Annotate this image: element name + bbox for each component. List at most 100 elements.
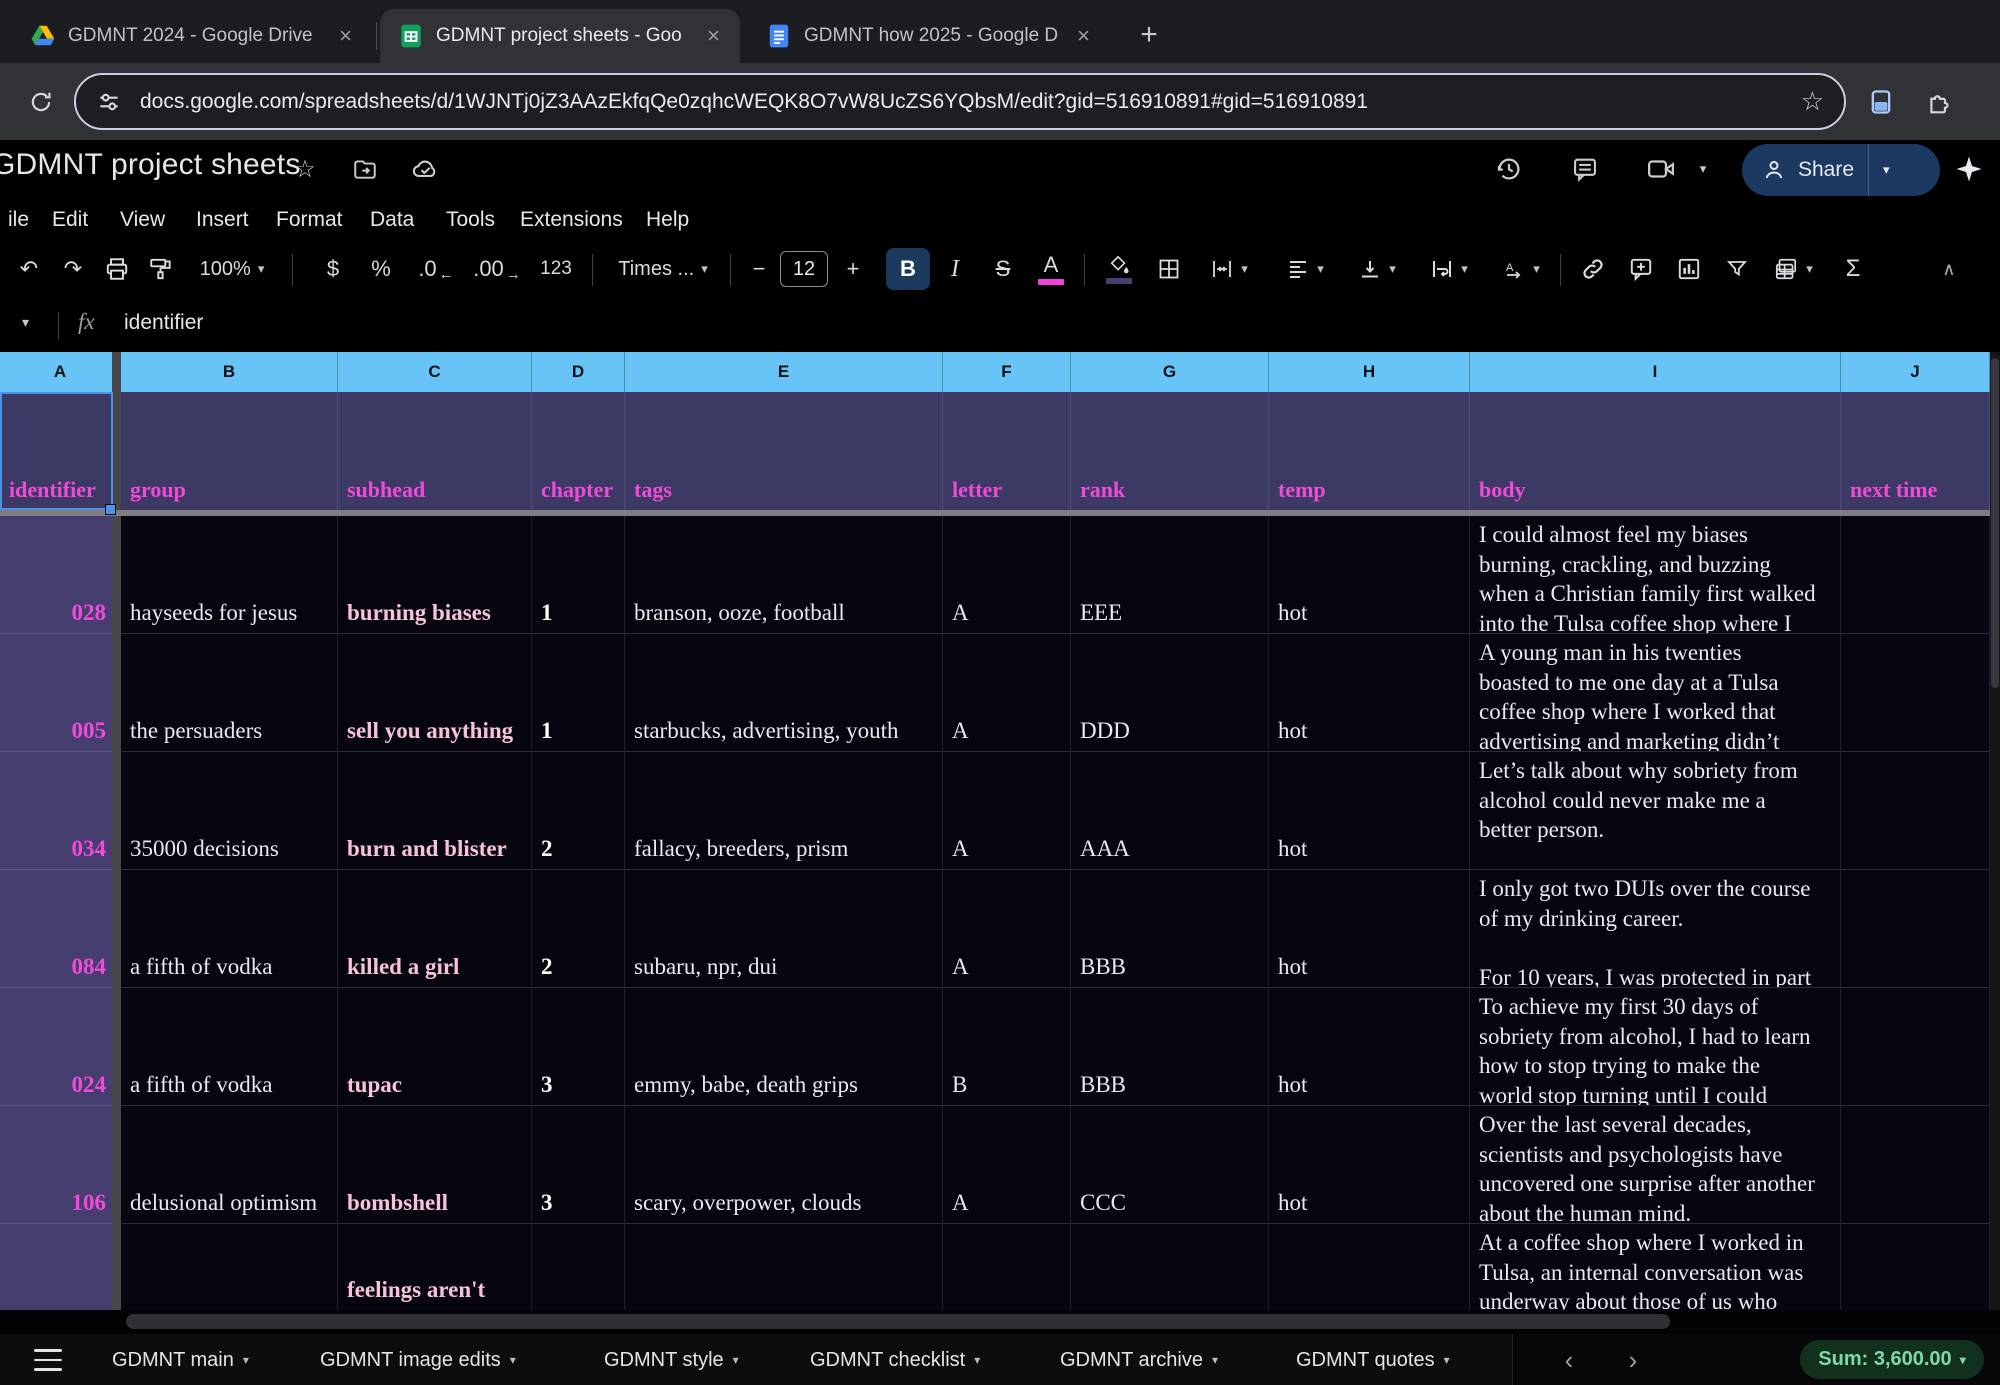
- url-bar[interactable]: docs.google.com/spreadsheets/d/1WJNTj0jZ…: [74, 73, 1846, 130]
- share-button[interactable]: Share ▾: [1742, 144, 1940, 196]
- cell-E5[interactable]: subaru, npr, dui: [625, 870, 943, 988]
- menu-format[interactable]: Format: [270, 205, 349, 235]
- reload-icon[interactable]: [22, 83, 60, 121]
- column-header-G[interactable]: G: [1071, 352, 1269, 392]
- cell-J2[interactable]: [1841, 516, 1990, 634]
- cell-J8[interactable]: [1841, 1224, 1990, 1310]
- insert-table-icon[interactable]: ▾: [1760, 248, 1826, 290]
- cell-B1[interactable]: group: [121, 392, 338, 510]
- bold-button[interactable]: B: [886, 248, 930, 290]
- new-tab-button[interactable]: +: [1128, 14, 1170, 56]
- cell-G7[interactable]: CCC: [1071, 1106, 1269, 1224]
- vertical-align-icon[interactable]: ▾: [1344, 248, 1410, 290]
- sheet-tab-gdmnt-quotes[interactable]: GDMNT quotes▾: [1296, 1342, 1450, 1378]
- cell-H1[interactable]: temp: [1269, 392, 1470, 510]
- cell-E1[interactable]: tags: [625, 392, 943, 510]
- menu-extensions[interactable]: Extensions: [514, 205, 629, 235]
- cell-F8[interactable]: [943, 1224, 1071, 1310]
- side-panel-icon[interactable]: [1862, 83, 1900, 121]
- redo-icon[interactable]: ↷: [52, 248, 94, 290]
- cell-B5[interactable]: a fifth of vodka: [121, 870, 338, 988]
- cell-H7[interactable]: hot: [1269, 1106, 1470, 1224]
- cell-E7[interactable]: scary, overpower, clouds: [625, 1106, 943, 1224]
- cell-A2[interactable]: 028: [0, 516, 112, 634]
- menu-tools[interactable]: Tools: [440, 205, 501, 235]
- tab-close-icon[interactable]: ×: [701, 23, 726, 49]
- cell-F3[interactable]: A: [943, 634, 1071, 752]
- cell-I2[interactable]: I could almost feel my biases burning, c…: [1470, 516, 1841, 634]
- undo-icon[interactable]: ↶: [8, 248, 50, 290]
- horizontal-scrollbar[interactable]: [0, 1310, 2000, 1334]
- sheet-tab-caret-icon[interactable]: ▾: [1444, 1353, 1450, 1367]
- move-folder-icon[interactable]: [348, 152, 382, 186]
- cell-I6[interactable]: To achieve my first 30 days of sobriety …: [1470, 988, 1841, 1106]
- camera-dropdown-caret-icon[interactable]: ▾: [1692, 152, 1714, 186]
- cell-D5[interactable]: 2: [532, 870, 625, 988]
- cell-I4[interactable]: Let’s talk about why sobriety from alcoh…: [1470, 752, 1841, 870]
- cell-B6[interactable]: a fifth of vodka: [121, 988, 338, 1106]
- functions-sigma-icon[interactable]: Σ: [1832, 248, 1874, 290]
- sheet-tab-gdmnt-main[interactable]: GDMNT main▾: [112, 1342, 249, 1378]
- cell-G4[interactable]: AAA: [1071, 752, 1269, 870]
- document-title[interactable]: GDMNT project sheets: [0, 148, 301, 182]
- all-sheets-menu-icon[interactable]: [30, 1346, 66, 1374]
- cell-E4[interactable]: fallacy, breeders, prism: [625, 752, 943, 870]
- next-sheet-icon[interactable]: ›: [1616, 1344, 1650, 1376]
- cell-J6[interactable]: [1841, 988, 1990, 1106]
- cell-B4[interactable]: 35000 decisions: [121, 752, 338, 870]
- cell-J7[interactable]: [1841, 1106, 1990, 1224]
- cell-J4[interactable]: [1841, 752, 1990, 870]
- cell-C4[interactable]: burn and blister: [338, 752, 532, 870]
- cell-B2[interactable]: hayseeds for jesus: [121, 516, 338, 634]
- cell-G2[interactable]: EEE: [1071, 516, 1269, 634]
- column-header-H[interactable]: H: [1269, 352, 1470, 392]
- sheet-tab-gdmnt-image-edits[interactable]: GDMNT image edits▾: [320, 1342, 516, 1378]
- collapse-toolbar-icon[interactable]: ∧: [1928, 248, 1970, 290]
- column-header-B[interactable]: B: [121, 352, 338, 392]
- cell-B7[interactable]: delusional optimism: [121, 1106, 338, 1224]
- browser-tab[interactable]: GDMNT 2024 - Google Drive×: [12, 9, 372, 63]
- prev-sheet-icon[interactable]: ‹: [1552, 1344, 1586, 1376]
- cell-A5[interactable]: 084: [0, 870, 112, 988]
- fill-handle[interactable]: [105, 504, 116, 515]
- sheet-tab-caret-icon[interactable]: ▾: [243, 1353, 249, 1367]
- zoom-select[interactable]: 100% ▾: [188, 248, 276, 290]
- borders-icon[interactable]: [1148, 248, 1190, 290]
- menu-insert[interactable]: Insert: [190, 205, 255, 235]
- cell-C6[interactable]: tupac: [338, 988, 532, 1106]
- cell-H4[interactable]: hot: [1269, 752, 1470, 870]
- cell-E6[interactable]: emmy, babe, death grips: [625, 988, 943, 1106]
- sheet-tab-caret-icon[interactable]: ▾: [733, 1353, 739, 1367]
- cell-E2[interactable]: branson, ooze, football: [625, 516, 943, 634]
- cell-A8[interactable]: 057: [0, 1224, 112, 1310]
- cell-F4[interactable]: A: [943, 752, 1071, 870]
- tab-close-icon[interactable]: ×: [1071, 23, 1096, 49]
- cell-H3[interactable]: hot: [1269, 634, 1470, 752]
- menu-edit[interactable]: Edit: [46, 205, 94, 235]
- cell-A1[interactable]: identifier: [0, 392, 112, 510]
- insert-comment-icon[interactable]: [1620, 248, 1662, 290]
- menu-data[interactable]: Data: [364, 205, 420, 235]
- paint-format-icon[interactable]: [140, 248, 182, 290]
- horizontal-scrollbar-thumb[interactable]: [126, 1314, 1670, 1329]
- sheet-tab-gdmnt-checklist[interactable]: GDMNT checklist▾: [810, 1342, 980, 1378]
- cell-G8[interactable]: [1071, 1224, 1269, 1310]
- print-icon[interactable]: [96, 248, 138, 290]
- cell-D8[interactable]: [532, 1224, 625, 1310]
- sheet-tab-gdmnt-archive[interactable]: GDMNT archive▾: [1060, 1342, 1218, 1378]
- cell-A6[interactable]: 024: [0, 988, 112, 1106]
- version-history-icon[interactable]: [1492, 152, 1526, 186]
- cell-D1[interactable]: chapter: [532, 392, 625, 510]
- sheet-tab-gdmnt-style[interactable]: GDMNT style▾: [604, 1342, 739, 1378]
- cell-I8[interactable]: At a coffee shop where I worked in Tulsa…: [1470, 1224, 1841, 1310]
- font-select[interactable]: Times ... ▾: [604, 248, 722, 290]
- create-filter-icon[interactable]: [1716, 248, 1758, 290]
- menu-ile[interactable]: ile: [2, 205, 35, 235]
- cell-I5[interactable]: I only got two DUIs over the course of m…: [1470, 870, 1841, 988]
- cell-E8[interactable]: [625, 1224, 943, 1310]
- vertical-scrollbar[interactable]: [1990, 352, 2000, 1310]
- cell-J5[interactable]: [1841, 870, 1990, 988]
- meet-camera-icon[interactable]: [1644, 152, 1678, 186]
- url-text[interactable]: docs.google.com/spreadsheets/d/1WJNTj0jZ…: [140, 90, 1801, 114]
- format-currency-icon[interactable]: $: [312, 248, 354, 290]
